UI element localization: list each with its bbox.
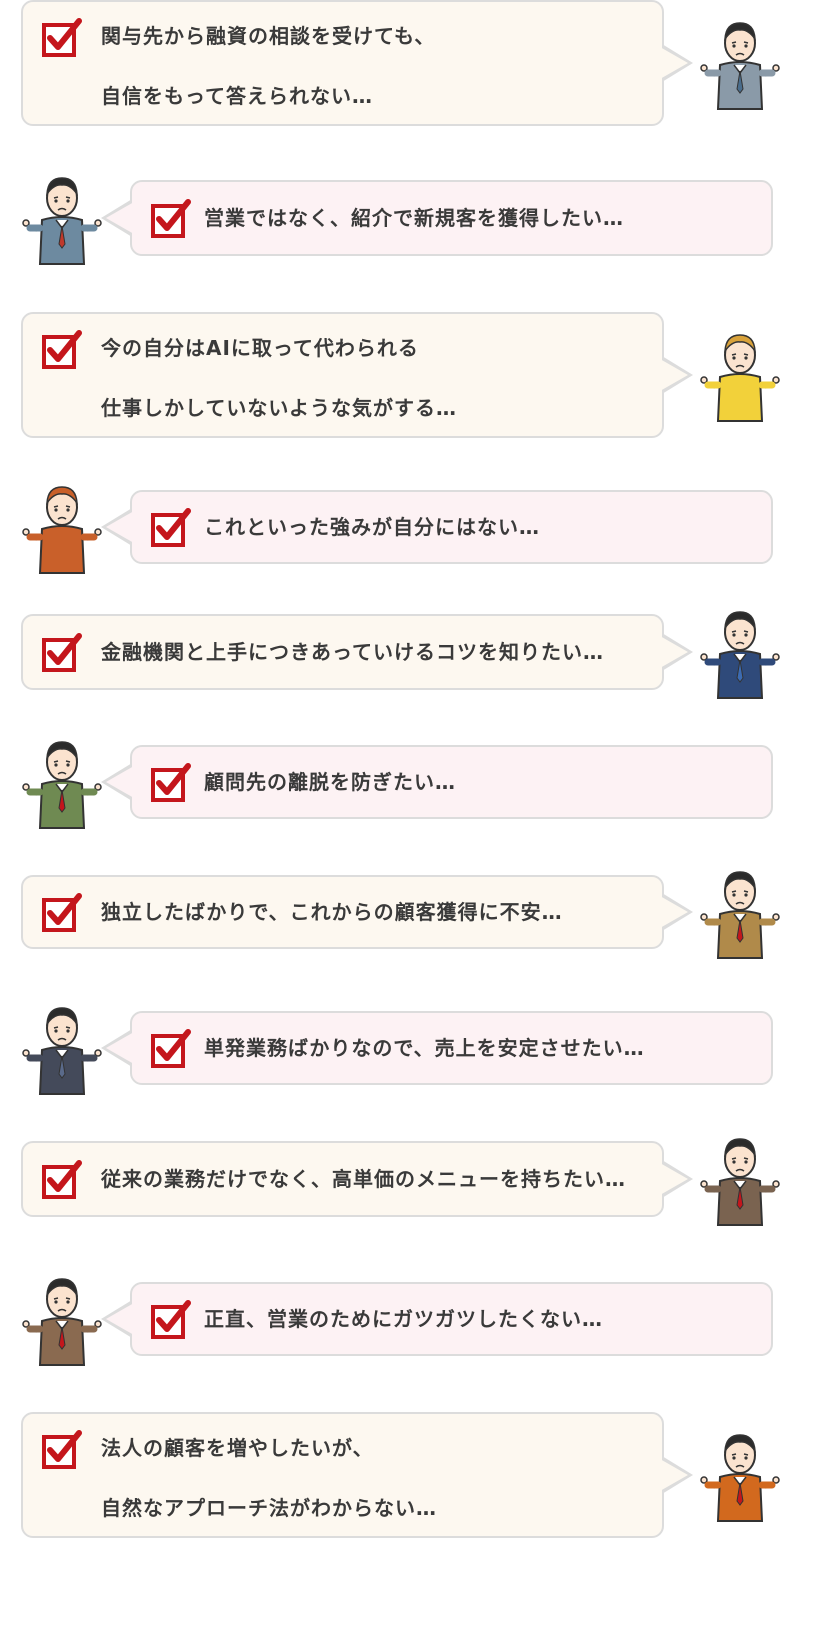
bubble-tail [101,508,134,546]
checkbox-checked-icon [150,763,192,805]
concern-row: 従来の業務だけでなく、高単価のメニューを持ちたい… [0,1138,830,1226]
bubble-tail [660,356,693,394]
worried-businessman-icon [22,998,102,1098]
bubble-tail [660,44,693,82]
concern-text: 正直、営業のためにガツガツしたくない… [204,1289,603,1349]
bubble-tail [660,893,693,931]
worried-businessman-icon [22,732,102,832]
checkbox-checked-icon [150,199,192,241]
concern-row: これといった強みが自分にはない… [0,486,830,574]
concern-text-line: 営業ではなく、紹介で新規客を獲得したい… [204,206,624,230]
concern-row: 独立したばかりで、これからの顧客獲得に不安… [0,871,830,959]
worried-businessman-icon [22,168,102,268]
checkbox-checked-icon [41,1160,83,1202]
checkbox-checked-icon [41,893,83,935]
concern-text-line: 従来の業務だけでなく、高単価のメニューを持ちたい… [101,1167,626,1191]
concern-text: 単発業務ばかりなので、売上を安定させたい… [204,1018,645,1078]
concern-text: 今の自分はAIに取って代わられる仕事しかしていないような気がする… [101,318,457,438]
concern-row: 法人の顧客を増やしたいが、自然なアプローチ法がわからない… [0,1412,830,1538]
checkbox-checked-icon [41,1430,83,1472]
concern-row: 顧問先の離脱を防ぎたい… [0,741,830,829]
concern-text: 法人の顧客を増やしたいが、自然なアプローチ法がわからない… [101,1418,437,1538]
concern-text-line: 金融機関と上手につきあっていけるコツを知りたい… [101,640,604,664]
concern-text: 金融機関と上手につきあっていけるコツを知りたい… [101,622,604,682]
worried-businessman-icon [700,1129,780,1229]
concern-text: 独立したばかりで、これからの顧客獲得に不安… [101,882,563,942]
concern-text-line: 法人の顧客を増やしたいが、 [101,1436,374,1460]
checkbox-checked-icon [150,508,192,550]
speech-bubble: 金融機関と上手につきあっていけるコツを知りたい… [21,614,693,690]
checkbox-checked-icon [41,18,83,60]
checkbox-checked-icon [150,1300,192,1342]
bubble-tail [101,1029,134,1067]
checkbox-checked-icon [41,633,83,675]
concern-text: 従来の業務だけでなく、高単価のメニューを持ちたい… [101,1149,626,1209]
concern-text: 関与先から融資の相談を受けても、 自信をもって答えられない… [101,6,435,126]
concern-text-line: これといった強みが自分にはない… [204,515,540,539]
worried-elderly-man-glasses-icon [700,1425,780,1525]
checkbox-checked-icon [41,330,83,372]
worried-businessman-glasses-icon [700,13,780,113]
concern-row: 正直、営業のためにガツガツしたくない… [0,1278,830,1366]
concern-text-line: 今の自分はAIに取って代わられる [101,336,419,360]
bubble-tail [660,1456,693,1494]
bubble-tail [101,199,134,237]
concern-row: 営業ではなく、紹介で新規客を獲得したい… [0,177,830,265]
concern-text-line: 仕事しかしていないような気がする… [101,396,457,420]
concern-text-line: 独立したばかりで、これからの顧客獲得に不安… [101,900,563,924]
concern-text-line: 顧問先の離脱を防ぎたい… [204,770,456,794]
speech-bubble: 単発業務ばかりなので、売上を安定させたい… [101,1011,773,1085]
worried-elderly-man-glasses-icon [22,1269,102,1369]
worried-businesswoman-icon [700,325,780,425]
concern-text-line: 単発業務ばかりなので、売上を安定させたい… [204,1036,645,1060]
speech-bubble: 今の自分はAIに取って代わられる仕事しかしていないような気がする… [21,312,693,438]
concern-row: 今の自分はAIに取って代わられる仕事しかしていないような気がする… [0,312,830,438]
concern-text-line: 関与先から融資の相談を受けても、 [101,24,436,48]
bubble-tail [101,1300,134,1338]
concern-text: 営業ではなく、紹介で新規客を獲得したい… [204,188,624,248]
concern-text: 顧問先の離脱を防ぎたい… [204,752,456,812]
speech-bubble: 正直、営業のためにガツガツしたくない… [101,1282,773,1356]
concern-text: これといった強みが自分にはない… [204,497,540,557]
speech-bubble: 顧問先の離脱を防ぎたい… [101,745,773,819]
concern-row: 金融機関と上手につきあっていけるコツを知りたい… [0,611,830,699]
speech-bubble: 独立したばかりで、これからの顧客獲得に不安… [21,875,693,949]
concern-text-line: 自然なアプローチ法がわからない… [101,1496,437,1520]
worried-businesswoman-glasses-icon [22,477,102,577]
speech-bubble: 営業ではなく、紹介で新規客を獲得したい… [101,180,773,256]
concern-row: 単発業務ばかりなので、売上を安定させたい… [0,1007,830,1095]
bubble-tail [660,633,693,671]
checkbox-checked-icon [150,1029,192,1071]
concern-text-line: 自信をもって答えられない… [101,84,373,108]
concern-row: 関与先から融資の相談を受けても、 自信をもって答えられない… [0,0,830,126]
concern-text-line: 正直、営業のためにガツガツしたくない… [204,1307,603,1331]
speech-bubble: 従来の業務だけでなく、高単価のメニューを持ちたい… [21,1141,693,1217]
speech-bubble: これといった強みが自分にはない… [101,490,773,564]
bubble-tail [101,763,134,801]
bubble-tail [660,1160,693,1198]
worried-businessman-icon [700,602,780,702]
worried-businessman-icon [700,862,780,962]
speech-bubble: 法人の顧客を増やしたいが、自然なアプローチ法がわからない… [21,1412,693,1538]
speech-bubble: 関与先から融資の相談を受けても、 自信をもって答えられない… [21,0,693,126]
